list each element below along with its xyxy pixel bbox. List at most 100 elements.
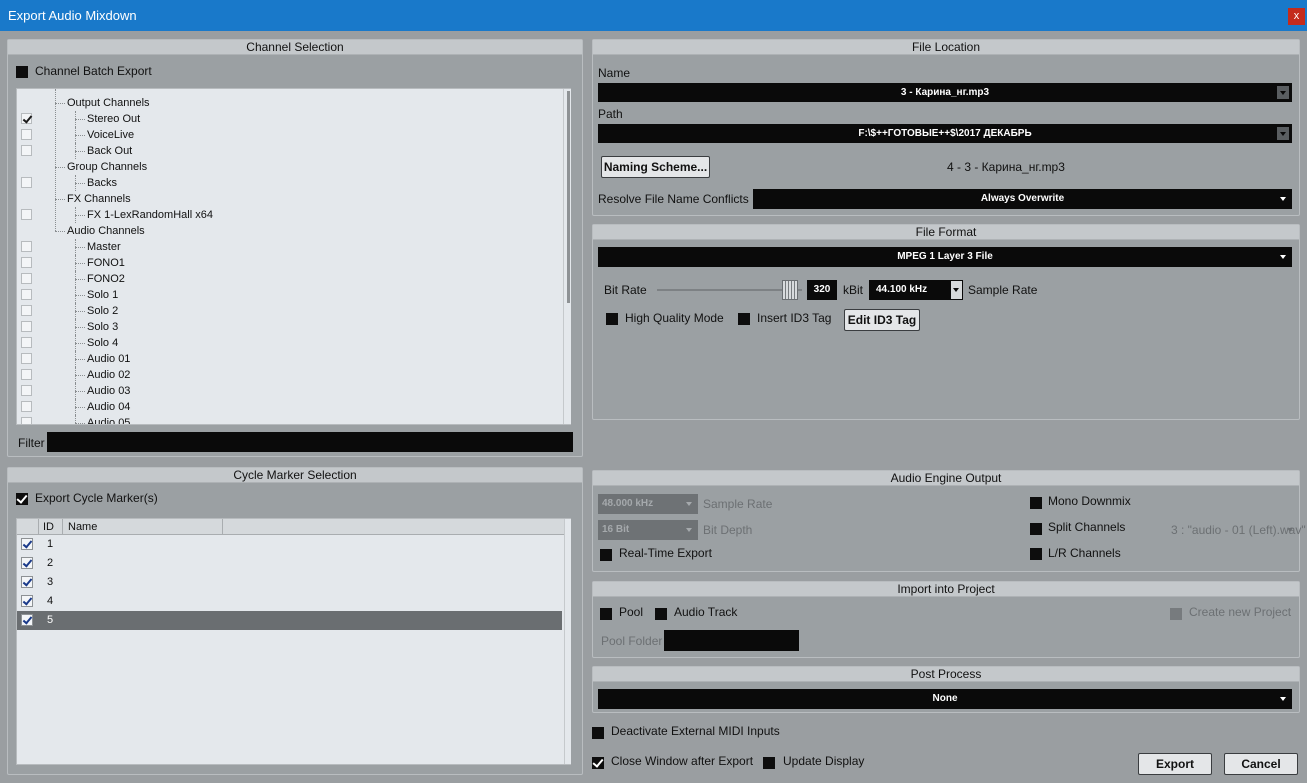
insert-id3-checkbox[interactable] <box>738 313 750 325</box>
tree-channel-checkbox[interactable] <box>21 353 32 364</box>
name-history-dropdown-icon[interactable] <box>1277 86 1289 99</box>
tree-channel-row[interactable]: Solo 1 <box>17 287 570 303</box>
cycle-marker-scrollbar[interactable] <box>564 519 571 764</box>
tree-item-label: Solo 2 <box>87 305 119 317</box>
cycle-marker-row[interactable]: 2 <box>17 554 562 573</box>
split-channels-label: Split Channels <box>1048 520 1126 534</box>
tree-channel-checkbox[interactable] <box>21 305 32 316</box>
export-cycle-markers-checkbox[interactable] <box>16 493 28 505</box>
tree-channel-checkbox[interactable] <box>21 417 32 424</box>
export-cycle-markers-label: Export Cycle Marker(s) <box>35 491 158 505</box>
pool-checkbox[interactable] <box>600 608 612 620</box>
filter-input[interactable] <box>47 432 573 452</box>
tree-guide-line <box>75 415 76 424</box>
edit-id3-button[interactable]: Edit ID3 Tag <box>844 309 920 331</box>
bitrate-slider[interactable] <box>657 280 802 300</box>
tree-group-row[interactable]: Group Channels <box>17 159 570 175</box>
tree-guide-line <box>75 367 76 383</box>
cycle-marker-id: 4 <box>47 595 54 607</box>
tree-channel-checkbox[interactable] <box>21 113 32 124</box>
tree-branch-line <box>75 279 85 280</box>
tree-channel-row[interactable]: FONO1 <box>17 255 570 271</box>
bitrate-value[interactable]: 320 <box>807 280 837 300</box>
tree-channel-row[interactable]: Master <box>17 239 570 255</box>
export-button[interactable]: Export <box>1138 753 1212 775</box>
tree-guide-line <box>75 303 76 319</box>
path-history-dropdown-icon[interactable] <box>1277 127 1289 140</box>
split-channels-checkbox[interactable] <box>1030 523 1042 535</box>
tree-channel-row[interactable]: Backs <box>17 175 570 191</box>
lr-channels-checkbox[interactable] <box>1030 548 1042 560</box>
cancel-button[interactable]: Cancel <box>1224 753 1298 775</box>
cycle-marker-checkbox[interactable] <box>21 538 33 550</box>
mono-downmix-checkbox[interactable] <box>1030 497 1042 509</box>
create-new-project-checkbox <box>1170 608 1182 620</box>
tree-group-row[interactable]: Audio Channels <box>17 223 570 239</box>
tree-channel-checkbox[interactable] <box>21 129 32 140</box>
tree-channel-checkbox[interactable] <box>21 209 32 220</box>
tree-channel-row[interactable]: Audio 02 <box>17 367 570 383</box>
cycle-marker-checkbox[interactable] <box>21 557 33 569</box>
resolve-conflicts-dropdown[interactable]: Always Overwrite <box>753 189 1292 209</box>
tree-channel-row[interactable]: Audio 03 <box>17 383 570 399</box>
name-field[interactable]: 3 - Карина_нг.mp3 <box>598 83 1292 102</box>
tree-channel-checkbox[interactable] <box>21 385 32 396</box>
tree-channel-row[interactable]: FX 1-LexRandomHall x64 <box>17 207 570 223</box>
tree-channel-row[interactable]: Audio 01 <box>17 351 570 367</box>
file-format-dropdown[interactable]: MPEG 1 Layer 3 File <box>598 247 1292 267</box>
sample-rate-dropdown[interactable]: 44.100 kHz <box>869 280 963 300</box>
chevron-down-icon[interactable] <box>1287 528 1293 532</box>
tree-channel-row[interactable]: Solo 4 <box>17 335 570 351</box>
tree-guide-line <box>75 111 76 127</box>
tree-channel-checkbox[interactable] <box>21 369 32 380</box>
tree-channel-row[interactable]: FONO2 <box>17 271 570 287</box>
high-quality-checkbox[interactable] <box>606 313 618 325</box>
deactivate-midi-checkbox[interactable] <box>592 727 604 739</box>
post-process-dropdown[interactable]: None <box>598 689 1292 709</box>
cycle-marker-checkbox[interactable] <box>21 576 33 588</box>
tree-channel-checkbox[interactable] <box>21 289 32 300</box>
cycle-marker-row[interactable]: 4 <box>17 592 562 611</box>
tree-group-row[interactable]: Output Channels <box>17 95 570 111</box>
audio-track-checkbox[interactable] <box>655 608 667 620</box>
channel-tree-scrollbar[interactable] <box>563 89 571 424</box>
channel-batch-export-checkbox[interactable] <box>16 66 28 78</box>
tree-channel-row[interactable]: Solo 2 <box>17 303 570 319</box>
close-after-export-checkbox[interactable] <box>592 757 604 769</box>
post-process-header: Post Process <box>593 667 1299 682</box>
cycle-marker-row[interactable]: 3 <box>17 573 562 592</box>
naming-scheme-button[interactable]: Naming Scheme... <box>601 156 710 178</box>
tree-channel-checkbox[interactable] <box>21 337 32 348</box>
column-header-id[interactable]: ID <box>38 519 62 535</box>
tree-channel-row[interactable]: Solo 3 <box>17 319 570 335</box>
pool-folder-input[interactable] <box>664 630 799 651</box>
tree-channel-row[interactable]: Back Out <box>17 143 570 159</box>
tree-channel-checkbox[interactable] <box>21 401 32 412</box>
tree-channel-checkbox[interactable] <box>21 177 32 188</box>
column-header-name[interactable]: Name <box>62 519 223 535</box>
tree-branch-line <box>75 343 85 344</box>
tree-item-label: VoiceLive <box>87 129 135 141</box>
path-field[interactable]: F:\$++ГОТОВЫЕ++$\2017 ДЕКАБРЬ <box>598 124 1292 143</box>
cycle-marker-row[interactable]: 1 <box>17 535 562 554</box>
cycle-marker-checkbox[interactable] <box>21 595 33 607</box>
channel-tree-scroll-thumb[interactable] <box>567 91 570 303</box>
tree-channel-checkbox[interactable] <box>21 257 32 268</box>
tree-guide-line <box>75 127 76 143</box>
cycle-marker-row[interactable]: 5 <box>17 611 562 630</box>
tree-channel-checkbox[interactable] <box>21 273 32 284</box>
bitrate-slider-handle[interactable] <box>782 280 798 300</box>
tree-channel-checkbox[interactable] <box>21 241 32 252</box>
tree-channel-row[interactable]: VoiceLive <box>17 127 570 143</box>
tree-channel-checkbox[interactable] <box>21 145 32 156</box>
tree-channel-row[interactable]: Audio 04 <box>17 399 570 415</box>
tree-item-label: Audio 03 <box>87 385 131 397</box>
close-icon[interactable]: x <box>1288 8 1305 25</box>
cycle-marker-checkbox[interactable] <box>21 614 33 626</box>
realtime-export-checkbox[interactable] <box>600 549 612 561</box>
tree-channel-checkbox[interactable] <box>21 321 32 332</box>
update-display-checkbox[interactable] <box>763 757 775 769</box>
tree-channel-row[interactable]: Stereo Out <box>17 111 570 127</box>
tree-channel-row[interactable]: Audio 05 <box>17 415 570 424</box>
tree-group-row[interactable]: FX Channels <box>17 191 570 207</box>
